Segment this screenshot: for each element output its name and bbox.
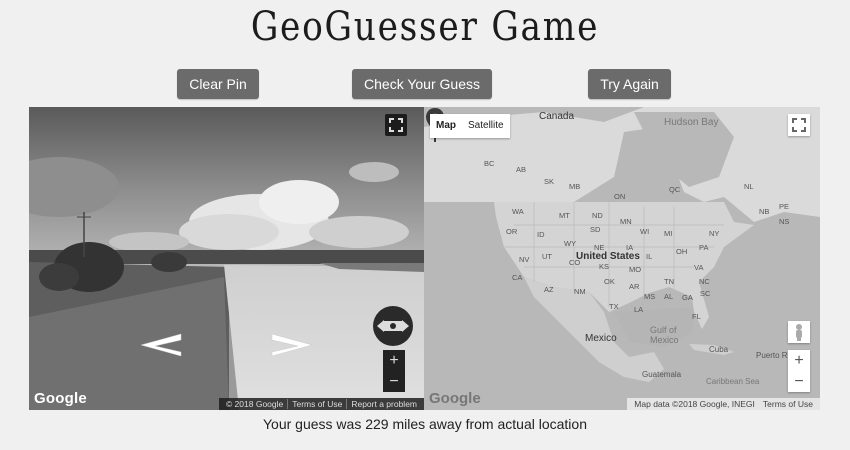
map-google-logo: Google [429,390,481,407]
state-label-on: ON [614,192,626,201]
state-label-ia: IA [626,243,634,252]
state-label-wy: WY [564,239,577,248]
state-label-ut: UT [542,252,552,261]
copyright-text: © 2018 Google [225,399,284,409]
sv-zoom-in-button[interactable]: + [383,350,405,371]
state-label-sc: SC [700,289,711,298]
state-label-ga: GA [682,293,693,302]
google-logo: Google [34,390,87,407]
map-label-caribbean: Caribbean Sea [706,377,760,386]
street-view-panel[interactable]: + − Google © 2018 Google Terms of Use Repo… [29,107,424,410]
page-title: GeoGuesser Game [250,4,600,50]
state-label-tx: TX [609,302,619,311]
state-label-ab: AB [516,165,527,174]
state-label-ms: MS [644,292,656,301]
compass-icon [377,320,409,332]
map-panel[interactable]: Canada Hudson Bay United States Gulf of … [424,107,820,410]
clear-pin-button[interactable]: Clear Pin [177,69,259,99]
map-footer: Map data ©2018 Google, INEGI Terms of Use [627,398,820,410]
state-label-mn: MN [620,217,632,226]
terms-of-use-link[interactable]: Terms of Use [287,399,347,409]
state-label-wa: WA [512,207,524,216]
state-label-mt: MT [559,211,570,220]
map-data-text: Map data ©2018 Google, INEGI [634,399,755,409]
map-label-guatemala: Guatemala [642,370,682,379]
state-label-nc: NC [699,277,710,286]
state-label-az: AZ [544,285,554,294]
state-label-al: AL [664,292,674,301]
state-label-nd: ND [592,211,603,220]
state-label-mi: MI [664,229,673,238]
map-type-satellite-button[interactable]: Satellite [462,114,510,138]
fullscreen-icon [792,118,806,132]
map-label-mexico: Mexico [585,333,617,344]
state-label-nb: NB [759,207,770,216]
state-label-pa: PA [699,243,709,252]
state-label-ar: AR [629,282,640,291]
state-label-ns: NS [779,217,790,226]
state-label-pe: PE [779,202,790,211]
state-label-la: LA [634,305,644,314]
state-label-wi: WI [640,227,650,236]
state-label-sk: SK [544,177,555,186]
state-label-bc: BC [484,159,495,168]
state-label-nm: NM [574,287,586,296]
pan-left-arrow-icon[interactable] [139,332,184,357]
state-label-ok: OK [604,277,615,286]
map-zoom-out-button[interactable]: − [788,371,810,392]
state-label-ny: NY [709,229,720,238]
state-label-id: ID [537,230,545,239]
sv-zoom-out-button[interactable]: − [383,371,405,392]
state-label-ca: CA [512,273,523,282]
result-message: Your guess was 229 miles away from actua… [263,416,587,432]
map-type-map-button[interactable]: Map [430,114,462,138]
map-label-canada: Canada [539,111,575,122]
state-label-oh: OH [676,247,688,256]
street-view-footer: © 2018 Google Terms of Use Report a proble… [218,398,424,410]
map-zoom-control: + − [788,350,810,392]
state-label-nl: NL [744,182,754,191]
street-view-fullscreen-button[interactable] [385,114,407,136]
street-view-zoom-control: + − [383,350,405,392]
map-type-control: Map Satellite [430,114,510,138]
pan-right-arrow-icon[interactable] [269,332,314,357]
state-label-co: CO [569,258,581,267]
state-label-qc: QC [669,185,681,194]
map-label-cuba: Cuba [709,345,729,354]
check-guess-button[interactable]: Check Your Guess [352,69,492,99]
fullscreen-icon [389,118,403,132]
state-label-tn: TN [664,277,674,286]
street-view-image[interactable] [29,107,424,410]
map-label-gulf: Gulf of Mexico [650,325,679,345]
state-label-il: IL [646,252,653,261]
state-label-mb: MB [569,182,581,191]
map-terms-link[interactable]: Terms of Use [759,399,817,409]
report-problem-link[interactable]: Report a problem [346,399,421,409]
pegman-button[interactable] [788,321,810,343]
map-fullscreen-button[interactable] [788,114,810,136]
state-label-ne: NE [594,243,605,252]
try-again-button[interactable]: Try Again [588,69,671,99]
state-label-ks: KS [599,262,610,271]
state-label-sd: SD [590,225,601,234]
map-label-hudson-bay: Hudson Bay [664,117,719,128]
state-label-nv: NV [519,255,530,264]
state-label-va: VA [694,263,704,272]
map-label-united-states: United States [576,251,640,262]
map-label-puerto-rico: Puerto R [756,351,788,360]
state-label-mo: MO [629,265,642,274]
compass-control[interactable] [373,306,413,346]
map-zoom-in-button[interactable]: + [788,350,810,371]
pegman-icon [796,324,802,341]
state-label-fl: FL [692,312,701,321]
state-label-or: OR [506,227,518,236]
